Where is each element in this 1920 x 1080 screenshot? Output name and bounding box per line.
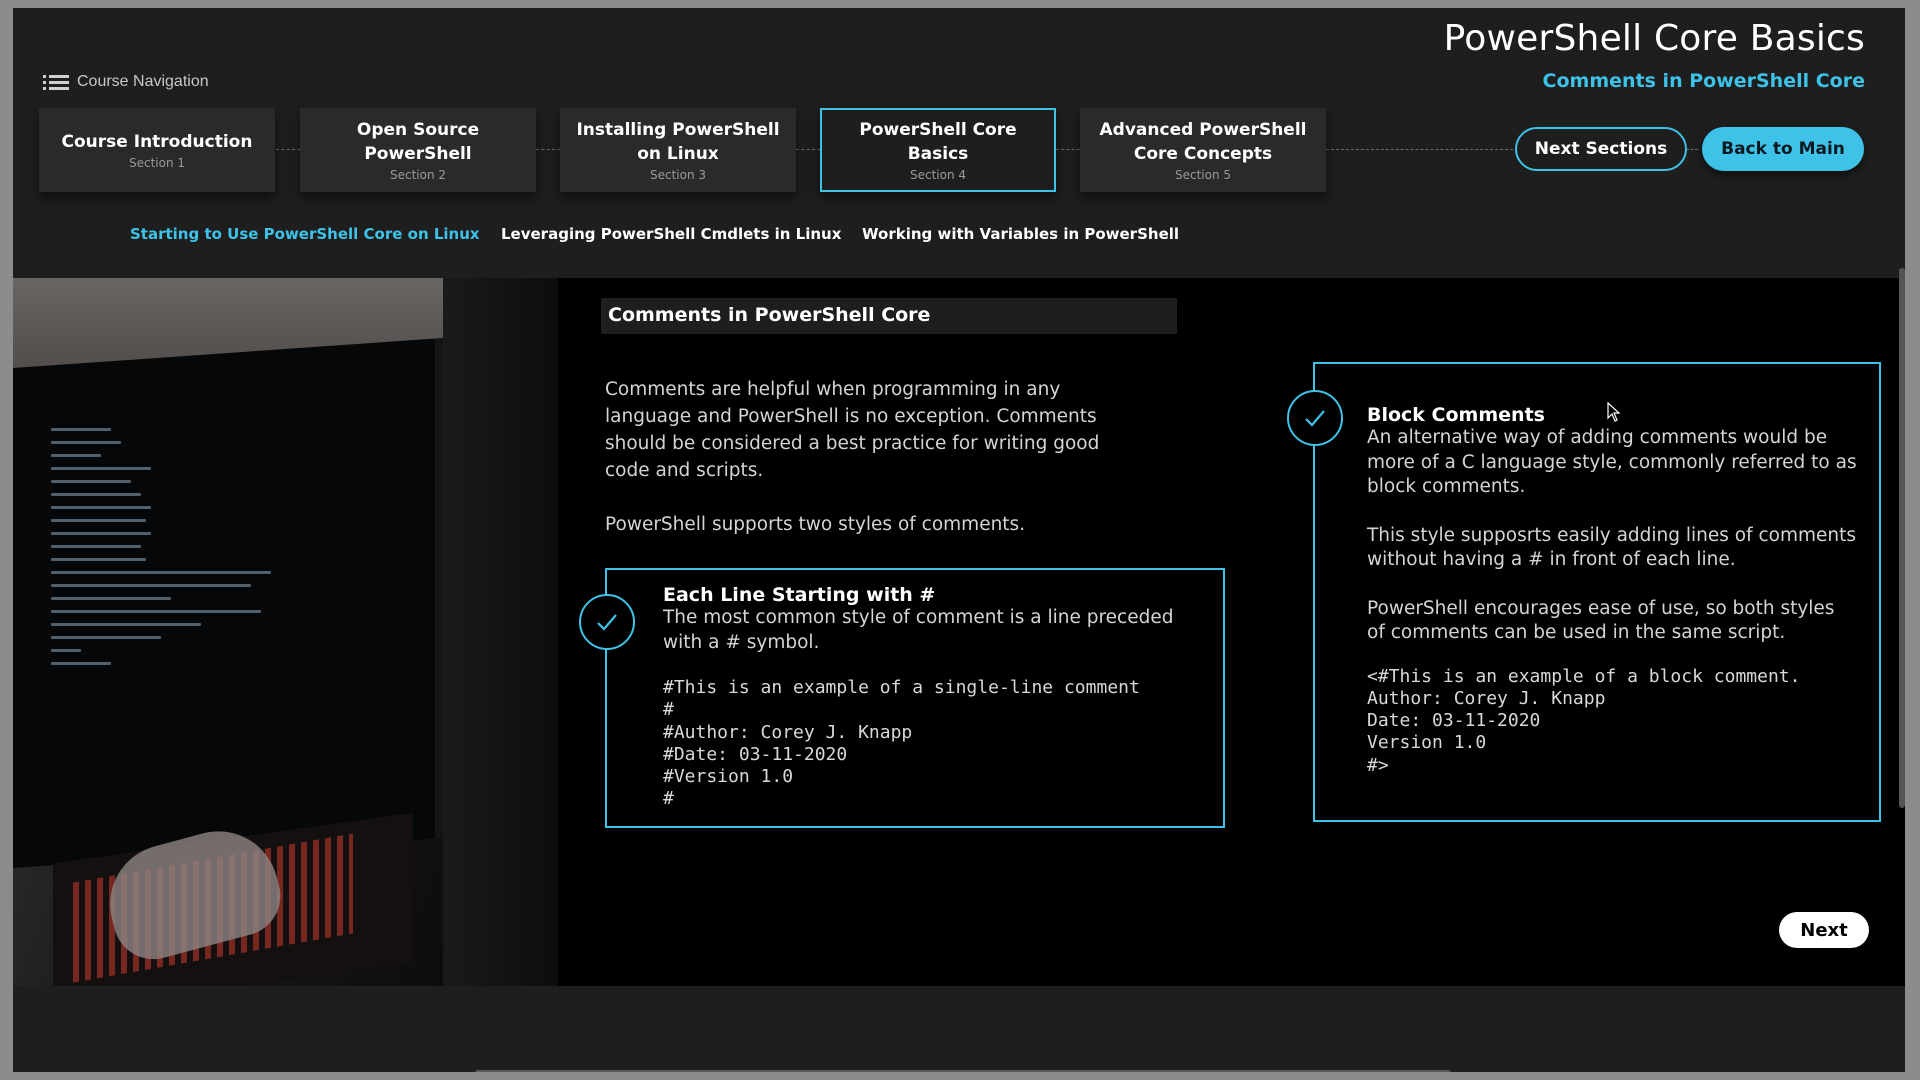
card-paragraph: An alternative way of adding comments wo… <box>1367 427 1857 497</box>
section-title: Open Source PowerShell <box>356 120 480 164</box>
section-title: Installing PowerShell on Linux <box>576 120 780 164</box>
section-title: PowerShell Core Basics <box>859 120 1017 164</box>
horizontal-scrollbar[interactable] <box>475 1070 1451 1072</box>
section-title: Course Introduction <box>61 132 253 152</box>
section-number: Section 1 <box>128 156 186 170</box>
section-number: Section 4 <box>909 168 967 182</box>
single-line-comment-card: Each Line Starting with # The most commo… <box>605 568 1225 828</box>
vertical-scrollbar[interactable] <box>1899 268 1905 808</box>
section-number: Section 3 <box>649 168 707 182</box>
section-card-5[interactable]: Advanced PowerShell Core Concepts Sectio… <box>1080 108 1326 192</box>
course-navigation-toggle[interactable]: Course Navigation <box>43 73 209 91</box>
section-card-2[interactable]: Open Source PowerShell Section 2 <box>300 108 536 192</box>
laptop-photo <box>13 278 558 986</box>
back-to-main-button[interactable]: Back to Main <box>1702 127 1864 171</box>
intro-paragraph: Comments are helpful when programming in… <box>605 379 1100 481</box>
code-example: #This is an example of a single-line com… <box>663 677 1140 810</box>
block-comment-card: Block Comments An alternative way of add… <box>1313 362 1881 822</box>
course-player: Course Navigation PowerShell Core Basics… <box>13 8 1905 1072</box>
intro-paragraph: PowerShell supports two styles of commen… <box>605 514 1026 535</box>
mouse-cursor-icon <box>1607 401 1621 426</box>
course-title: PowerShell Core Basics <box>1443 18 1865 59</box>
lesson-content: Comments in PowerShell Core Comments are… <box>13 278 1905 986</box>
lesson-subtitle: Comments in PowerShell Core <box>1542 70 1865 92</box>
subtopic-link-2[interactable]: Leveraging PowerShell Cmdlets in Linux <box>501 225 841 243</box>
next-sections-button[interactable]: Next Sections <box>1515 127 1687 171</box>
card-paragraph: This style supposrts easily adding lines… <box>1367 524 1857 571</box>
check-icon <box>1287 390 1343 446</box>
section-connector <box>1686 149 1698 150</box>
section-card-3[interactable]: Installing PowerShell on Linux Section 3 <box>560 108 796 192</box>
code-example: <#This is an example of a block comment.… <box>1367 665 1801 776</box>
card-text: An alternative way of adding comments wo… <box>1367 426 1857 646</box>
subtopic-link-1[interactable]: Starting to Use PowerShell Core on Linux <box>130 225 480 243</box>
course-navigation-label: Course Navigation <box>77 73 209 90</box>
section-card-1[interactable]: Course Introduction Section 1 <box>39 108 275 192</box>
card-paragraph: PowerShell encourages ease of use, so bo… <box>1367 597 1835 644</box>
subtopic-link-3[interactable]: Working with Variables in PowerShell <box>862 225 1179 243</box>
content-heading: Comments in PowerShell Core <box>601 298 1177 334</box>
card-text: The most common style of comment is a li… <box>663 607 1174 653</box>
next-button[interactable]: Next <box>1779 912 1869 948</box>
section-card-4[interactable]: PowerShell Core Basics Section 4 <box>820 108 1056 192</box>
section-connector <box>1326 149 1528 150</box>
section-number: Section 5 <box>1174 168 1232 182</box>
intro-text: Comments are helpful when programming in… <box>605 376 1125 565</box>
check-icon <box>579 594 635 650</box>
section-number: Section 2 <box>389 168 447 182</box>
menu-list-icon <box>43 74 69 90</box>
card-title: Each Line Starting with # <box>663 584 936 606</box>
section-title: Advanced PowerShell Core Concepts <box>1099 120 1307 164</box>
